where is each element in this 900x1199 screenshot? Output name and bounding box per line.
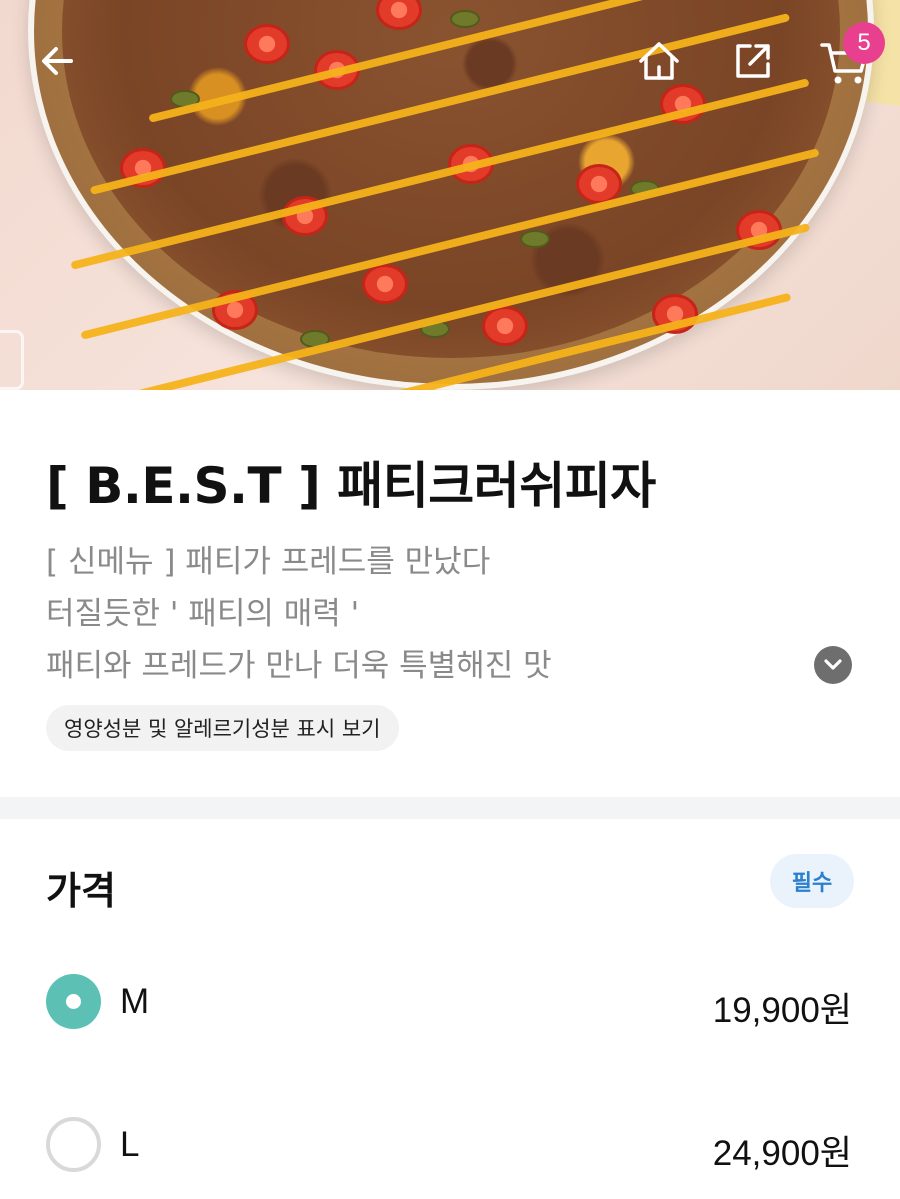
nutrition-allergy-link[interactable]: 영양성분 및 알레르기성분 표시 보기	[46, 705, 399, 751]
share-icon	[736, 44, 770, 78]
option-price: 19,900원	[712, 991, 852, 1030]
tomato-slice	[482, 306, 528, 346]
expand-description-button[interactable]	[814, 646, 852, 684]
product-title: [ B.E.S.T ] 패티크러쉬피자	[46, 457, 656, 515]
home-icon	[639, 42, 679, 80]
back-button[interactable]	[34, 38, 80, 84]
cart-count-badge: 5	[843, 22, 885, 64]
option-label: L	[120, 1125, 140, 1164]
required-badge: 필수	[770, 854, 854, 908]
radio-button[interactable]	[46, 1117, 101, 1172]
radio-button-selected[interactable]	[46, 974, 101, 1029]
size-option-l[interactable]: L 24,900원	[0, 1115, 900, 1175]
home-button[interactable]	[636, 38, 682, 84]
tomato-slice	[244, 24, 290, 64]
pickle-slice	[450, 10, 480, 28]
price-section-title: 가격	[46, 869, 116, 913]
size-option-m[interactable]: M 19,900원	[0, 972, 900, 1032]
glass-decoration	[0, 330, 24, 390]
pickle-slice	[520, 230, 550, 248]
product-description-line: [ 신메뉴 ] 패티가 프레드를 만났다	[46, 544, 491, 580]
tomato-slice	[362, 264, 408, 304]
back-arrow-icon	[42, 47, 73, 75]
chevron-down-icon	[824, 659, 842, 670]
option-label: M	[120, 982, 150, 1021]
option-price: 24,900원	[712, 1134, 852, 1173]
section-divider	[0, 797, 900, 819]
product-description-line: 패티와 프레드가 만나 더욱 특별해진 맛	[46, 648, 552, 684]
share-button[interactable]	[730, 38, 776, 84]
product-description-line: 터질듯한 ' 패티의 매력 '	[46, 596, 360, 632]
